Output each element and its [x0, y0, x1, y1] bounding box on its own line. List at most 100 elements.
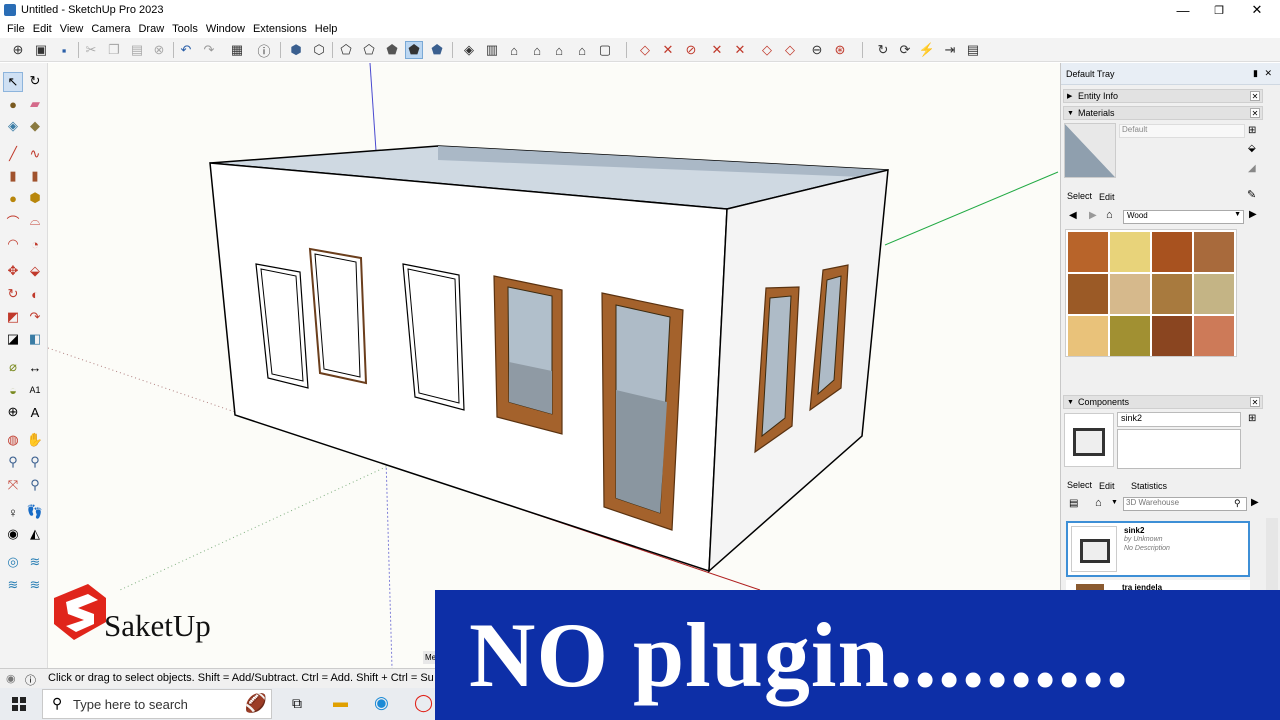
top-view-icon[interactable]: ▥	[483, 41, 501, 59]
display-section-cuts-icon[interactable]: ✕	[731, 41, 749, 59]
iso-view-icon[interactable]: ◈	[460, 41, 478, 59]
pan-icon[interactable]: ✋	[25, 430, 45, 450]
eyedropper-icon[interactable]: ✎	[1247, 188, 1256, 201]
wood-swatch[interactable]	[1068, 316, 1108, 356]
geolocation-icon[interactable]: ◉	[6, 672, 16, 685]
wood-swatch[interactable]	[1152, 232, 1192, 272]
polygon-icon[interactable]: ⬢	[25, 188, 45, 208]
forward-arrow-icon[interactable]: ▶	[1089, 210, 1097, 221]
print-icon[interactable]: ▦	[228, 41, 246, 59]
details-arrow-icon[interactable]: ▶	[1251, 497, 1259, 508]
right-view-icon[interactable]: ⌂	[528, 41, 546, 59]
components-panel-header[interactable]: ▼ Components ✕	[1063, 395, 1263, 409]
menu-camera[interactable]: Camera	[87, 23, 134, 35]
circle-icon[interactable]: ●	[3, 188, 23, 208]
back-arrow-icon[interactable]: ◀	[1069, 210, 1077, 221]
details-arrow-icon[interactable]: ▶	[1249, 209, 1257, 220]
minimize-button[interactable]: —	[1164, 0, 1202, 20]
materials-panel-header[interactable]: ▼ Materials ✕	[1063, 106, 1263, 120]
wood-swatch[interactable]	[1110, 274, 1150, 314]
menu-extensions[interactable]: Extensions	[249, 23, 311, 35]
front-view-icon[interactable]: ⌂	[505, 41, 523, 59]
sandbox-icon[interactable]: ◎	[3, 552, 23, 572]
wood-swatch[interactable]	[1152, 316, 1192, 356]
freehand-icon[interactable]: ∿	[25, 144, 45, 164]
wood-swatch[interactable]	[1194, 274, 1234, 314]
rotated-rect-icon[interactable]: ▮	[25, 166, 45, 186]
shaded-icon[interactable]: ⬟	[383, 41, 401, 59]
scale-icon[interactable]: ◩	[3, 307, 23, 327]
model-info-icon[interactable]: ⓘ	[255, 41, 273, 59]
close-button[interactable]: ✕	[1238, 0, 1276, 20]
document-icon[interactable]: ▤	[964, 41, 982, 59]
section-plane-tool-icon[interactable]: ◭	[25, 524, 45, 544]
erase-icon[interactable]: ⊗	[150, 41, 168, 59]
menu-draw[interactable]: Draw	[134, 23, 168, 35]
push-pull-icon[interactable]: ⬙	[25, 261, 45, 281]
materials-close-icon[interactable]: ✕	[1250, 108, 1260, 118]
search-icon[interactable]: ⚲	[1234, 498, 1241, 509]
hidden-line-icon[interactable]: ⬠	[360, 41, 378, 59]
paint-bucket-icon[interactable]: ●	[3, 94, 23, 114]
menu-tools[interactable]: Tools	[168, 23, 202, 35]
model-viewport[interactable]: SaketUp	[48, 63, 1060, 668]
orbit-icon[interactable]: ↻	[874, 41, 892, 59]
taskbar-search-box[interactable]: ⚲ Type here to search 🏈	[42, 689, 272, 719]
wood-swatch[interactable]	[1068, 232, 1108, 272]
orbit-tool-icon[interactable]: ◍	[3, 430, 23, 450]
monochrome-icon[interactable]: ⬟	[428, 41, 446, 59]
wood-swatch[interactable]	[1152, 274, 1192, 314]
material-name-field[interactable]: Default	[1119, 124, 1245, 138]
zoom-extents-tool-icon[interactable]: ⤧	[3, 475, 23, 495]
tape-measure-icon[interactable]: ⌀	[3, 357, 23, 377]
back-edges-icon[interactable]: ⬡	[310, 41, 328, 59]
save-icon[interactable]: ▪	[55, 41, 73, 59]
zoom-icon[interactable]: ⊖	[808, 41, 826, 59]
create-component-icon[interactable]: ⊞	[1248, 413, 1256, 424]
menu-help[interactable]: Help	[311, 23, 342, 35]
wood-swatch[interactable]	[1194, 232, 1234, 272]
wood-swatch[interactable]	[1194, 316, 1234, 356]
position-camera-icon[interactable]: ♀	[3, 502, 23, 522]
home-icon[interactable]: ⌂	[1095, 497, 1102, 509]
sandbox-scratch-icon[interactable]: ≋	[25, 552, 45, 572]
component-description-field[interactable]	[1117, 429, 1241, 469]
section-plane-2-icon[interactable]: ◇	[781, 41, 799, 59]
section-cut-icon[interactable]: ✕	[659, 41, 677, 59]
restore-button[interactable]: ❐	[1200, 0, 1238, 20]
task-view-icon[interactable]: ⧉	[292, 695, 302, 712]
3d-text-icon[interactable]: A	[25, 402, 45, 422]
rectangle-icon[interactable]: ▮	[3, 166, 23, 186]
3pt-arc-icon[interactable]: ◠	[3, 234, 23, 254]
tag-icon[interactable]: ◆	[25, 116, 45, 136]
export-icon[interactable]: ⇥	[941, 41, 959, 59]
lasso-icon[interactable]: ↻	[25, 71, 45, 91]
edge-browser-icon[interactable]: ◉	[374, 693, 389, 713]
file-explorer-icon[interactable]: ▬	[333, 694, 348, 711]
components-close-icon[interactable]: ✕	[1250, 397, 1260, 407]
bottom-view-icon[interactable]: ▢	[596, 41, 614, 59]
tray-pin-icon[interactable]: ▮	[1253, 68, 1258, 79]
create-material-icon[interactable]: ⊞	[1248, 125, 1256, 136]
rotate-icon[interactable]: ↻	[3, 284, 23, 304]
display-section-icon[interactable]: ✕	[708, 41, 726, 59]
materials-tab-select[interactable]: Select	[1067, 191, 1092, 201]
previous-view-icon[interactable]: ⚲	[25, 475, 45, 495]
select-tool-icon[interactable]: ↖	[3, 72, 23, 92]
left-view-icon[interactable]: ⌂	[573, 41, 591, 59]
entity-info-close-icon[interactable]: ✕	[1250, 91, 1260, 101]
stamp-icon[interactable]: ≋	[3, 575, 23, 595]
zoom-tool-icon[interactable]: ⚲	[3, 452, 23, 472]
wireframe-icon[interactable]: ⬠	[337, 41, 355, 59]
section-plane-icon[interactable]: ◇	[636, 41, 654, 59]
paste-icon[interactable]: ▤	[128, 41, 146, 59]
outer-shell-icon[interactable]: ◪	[3, 329, 23, 349]
open-icon[interactable]: ▣	[32, 41, 50, 59]
navigation-dropdown-icon[interactable]: ▼	[1111, 499, 1118, 506]
copy-icon[interactable]: ❐	[105, 41, 123, 59]
wood-swatch[interactable]	[1110, 316, 1150, 356]
axes-icon[interactable]: ⊕	[3, 402, 23, 422]
wood-swatch[interactable]	[1068, 274, 1108, 314]
components-tab-edit[interactable]: Edit	[1099, 481, 1115, 491]
tray-close-icon[interactable]: ✕	[1264, 68, 1272, 79]
